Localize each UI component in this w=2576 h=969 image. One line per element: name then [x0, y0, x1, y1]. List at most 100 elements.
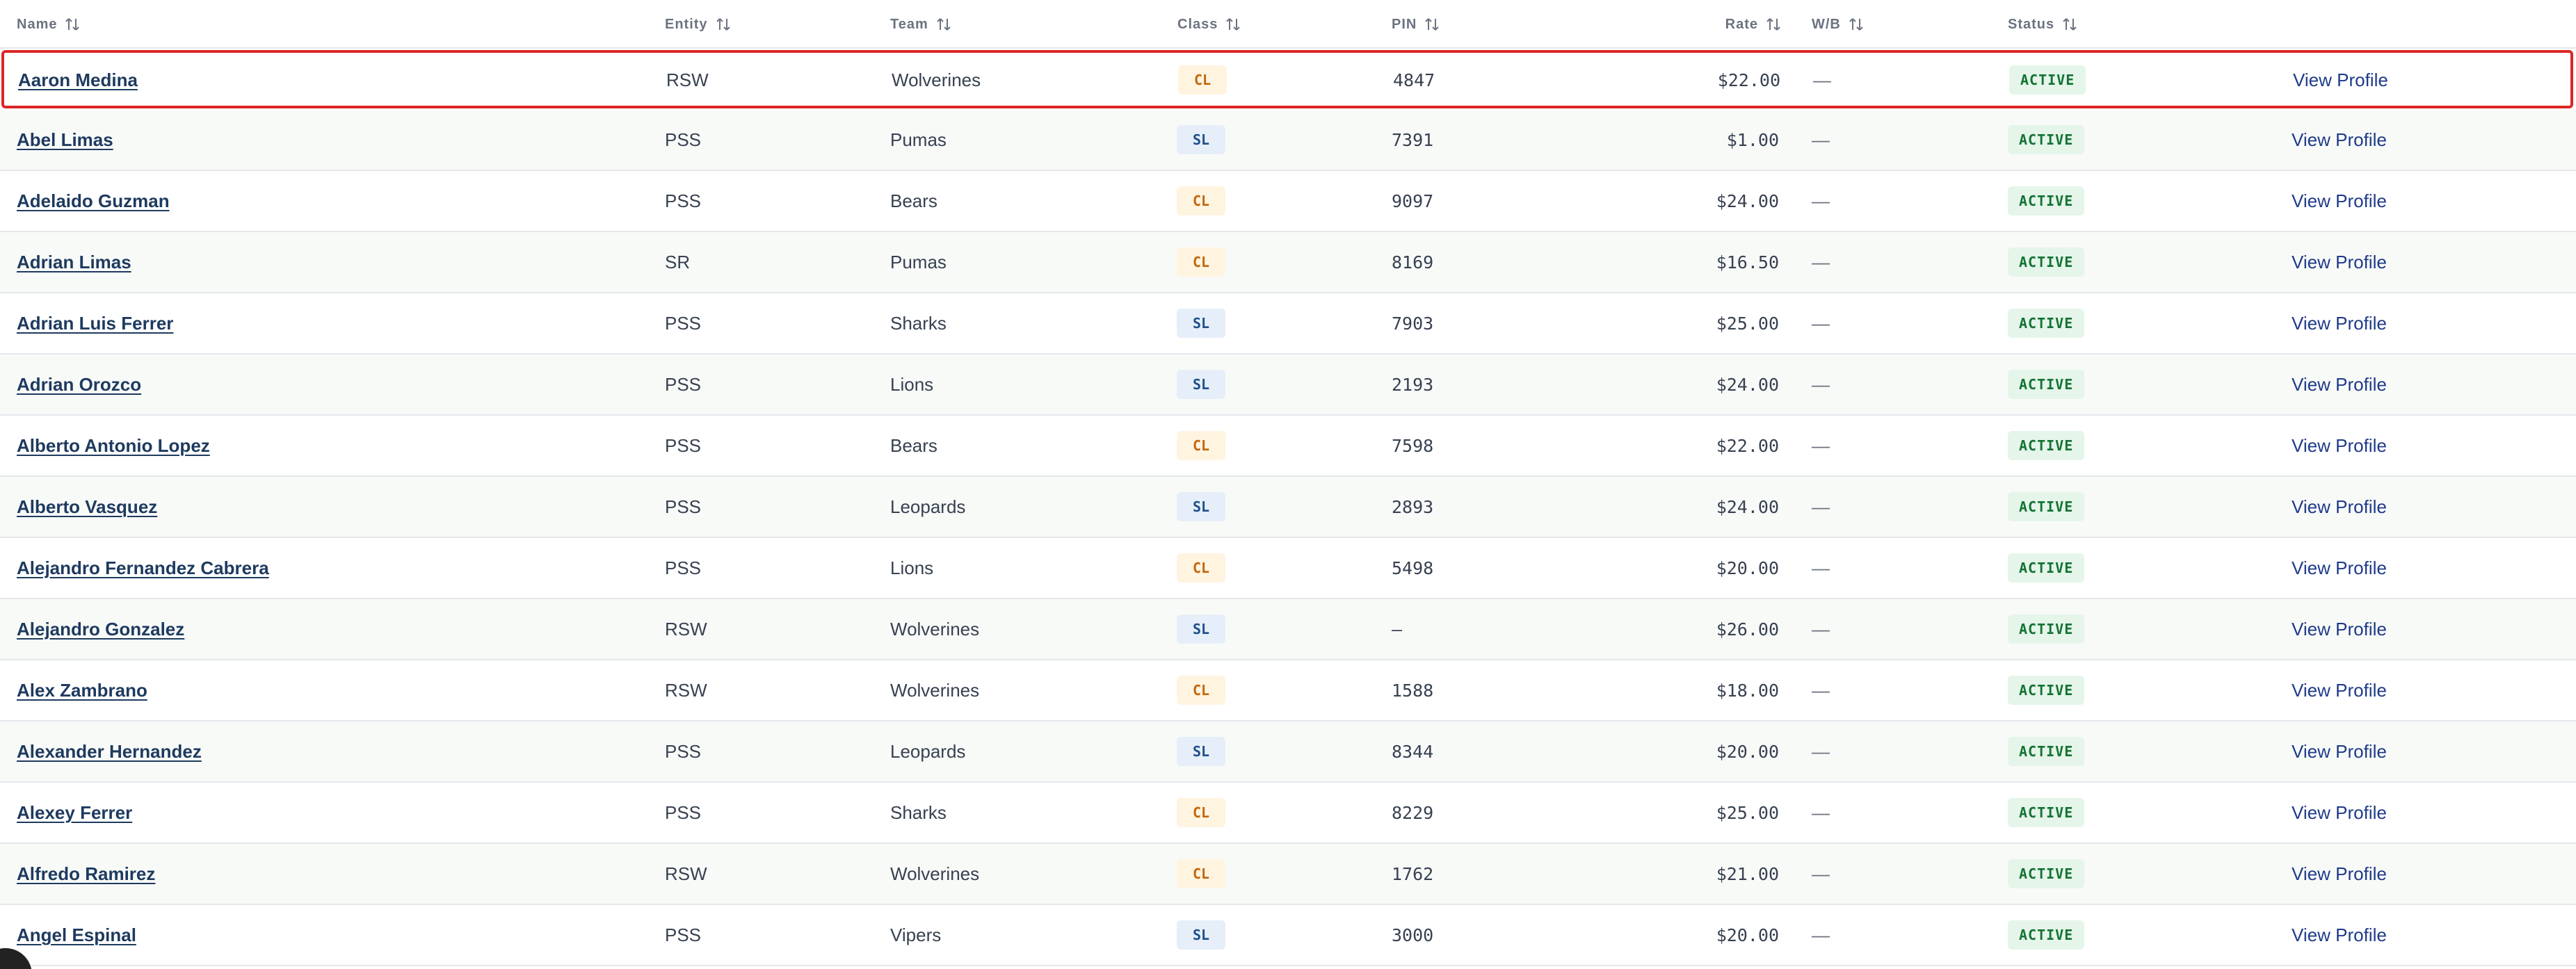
- employee-name-link[interactable]: Alejandro Gonzalez: [17, 619, 184, 640]
- pin-cell: 8229: [1392, 802, 1434, 823]
- employee-name-link[interactable]: Alejandro Fernandez Cabrera: [17, 557, 269, 579]
- entity-cell: RSW: [665, 863, 707, 884]
- column-header-entity[interactable]: Entity: [665, 0, 732, 49]
- table-row[interactable]: Alberto Vasquez PSS Leopards SL 2893 $24.00 — A…: [0, 477, 2576, 538]
- column-header-team[interactable]: Team: [890, 0, 952, 49]
- rate-cell: $26.00: [1716, 619, 1779, 640]
- rate-cell: $24.00: [1716, 190, 1779, 211]
- pin-cell: 8344: [1392, 741, 1434, 762]
- employee-name-link[interactable]: Adrian Limas: [17, 252, 131, 273]
- employee-name-link[interactable]: Abel Limas: [17, 129, 113, 151]
- team-cell: Pumas: [890, 251, 947, 272]
- employee-name-link[interactable]: Alexey Ferrer: [17, 802, 132, 824]
- wb-cell: —: [1812, 740, 1830, 762]
- pin-cell: 9097: [1392, 190, 1434, 211]
- view-profile-link[interactable]: View Profile: [2292, 680, 2387, 701]
- team-cell: Bears: [890, 434, 937, 456]
- team-cell: Wolverines: [892, 69, 981, 90]
- column-header-wb[interactable]: W/B: [1812, 0, 1865, 49]
- team-cell: Lions: [890, 557, 934, 578]
- status-badge: ACTIVE: [2008, 553, 2085, 583]
- employee-name-link[interactable]: Adelaido Guzman: [17, 190, 170, 212]
- team-cell: Leopards: [890, 740, 966, 762]
- view-profile-link[interactable]: View Profile: [2292, 619, 2387, 640]
- employee-name-link[interactable]: Adrian Orozco: [17, 374, 141, 396]
- status-badge: ACTIVE: [2009, 65, 2086, 95]
- column-label: Name: [17, 16, 58, 32]
- rate-cell: $25.00: [1716, 313, 1779, 334]
- pin-cell: 5498: [1392, 557, 1434, 578]
- team-cell: Wolverines: [890, 679, 980, 701]
- view-profile-link[interactable]: View Profile: [2292, 190, 2387, 212]
- view-profile-link[interactable]: View Profile: [2292, 802, 2387, 824]
- column-header-rate[interactable]: Rate: [1600, 0, 1782, 49]
- table-row[interactable]: Alexander Hernandez PSS Leopards SL 8344 $20.…: [0, 722, 2576, 783]
- table-row[interactable]: Adrian Orozco PSS Lions SL 2193 $24.00 — ACTIVE…: [0, 355, 2576, 416]
- entity-cell: PSS: [665, 190, 702, 211]
- table-row[interactable]: Aaron Medina RSW Wolverines CL 4847 $22.00 — AC…: [1, 50, 2573, 108]
- wb-cell: —: [1812, 434, 1830, 456]
- column-header-class[interactable]: Class: [1177, 0, 1241, 49]
- employee-name-link[interactable]: Angel Espinal: [17, 925, 136, 946]
- sort-icon: [1226, 18, 1241, 31]
- class-badge: SL: [1177, 125, 1225, 154]
- employee-name-link[interactable]: Alexander Hernandez: [17, 741, 202, 763]
- table-row[interactable]: Alejandro Fernandez Cabrera PSS Lions CL 549…: [0, 538, 2576, 599]
- table-row[interactable]: Adrian Luis Ferrer PSS Sharks SL 7903 $25.00 —…: [0, 293, 2576, 355]
- wb-cell: —: [1812, 924, 1830, 945]
- table-row[interactable]: Abel Limas PSS Pumas SL 7391 $1.00 — ACTIVE View…: [0, 110, 2576, 171]
- table-row[interactable]: Alejandro Gonzalez RSW Wolverines SL — $26.00…: [0, 599, 2576, 660]
- employee-name-link[interactable]: Aaron Medina: [18, 70, 138, 91]
- rate-cell: $25.00: [1716, 802, 1779, 823]
- table-row[interactable]: Alberto Antonio Lopez PSS Bears CL 7598 $22.0…: [0, 416, 2576, 477]
- class-badge: CL: [1177, 431, 1225, 460]
- pin-cell: 7903: [1392, 313, 1434, 334]
- table-row[interactable]: Alfredo Ramirez RSW Wolverines CL 1762 $21.00…: [0, 844, 2576, 905]
- employee-name-link[interactable]: Alberto Vasquez: [17, 496, 157, 518]
- table-row[interactable]: Adrian Limas SR Pumas CL 8169 $16.50 — ACTIVE Vi…: [0, 232, 2576, 293]
- view-profile-link[interactable]: View Profile: [2292, 313, 2387, 334]
- pin-cell: —: [1392, 619, 1403, 640]
- entity-cell: PSS: [665, 496, 702, 517]
- team-cell: Vipers: [890, 924, 942, 945]
- view-profile-link[interactable]: View Profile: [2293, 70, 2388, 91]
- view-profile-link[interactable]: View Profile: [2292, 557, 2387, 579]
- view-profile-link[interactable]: View Profile: [2292, 496, 2387, 518]
- employee-name-link[interactable]: Alberto Antonio Lopez: [17, 435, 210, 457]
- column-header-name[interactable]: Name: [17, 0, 81, 49]
- column-header-status[interactable]: Status: [2008, 0, 2078, 49]
- pin-cell: 7598: [1392, 435, 1434, 456]
- team-cell: Wolverines: [890, 618, 980, 640]
- view-profile-link[interactable]: View Profile: [2292, 374, 2387, 396]
- view-profile-link[interactable]: View Profile: [2292, 129, 2387, 151]
- wb-cell: —: [1812, 312, 1830, 334]
- employee-name-link[interactable]: Alfredo Ramirez: [17, 863, 155, 885]
- pin-cell: 4847: [1393, 70, 1435, 90]
- wb-cell: —: [1812, 557, 1830, 578]
- view-profile-link[interactable]: View Profile: [2292, 252, 2387, 273]
- column-label: Entity: [665, 16, 708, 32]
- status-badge: ACTIVE: [2008, 737, 2085, 766]
- table-row[interactable]: Alexey Ferrer PSS Sharks CL 8229 $25.00 — ACTIV…: [0, 783, 2576, 844]
- table-row[interactable]: Alex Zambrano RSW Wolverines CL 1588 $18.00 — A…: [0, 660, 2576, 722]
- class-badge: CL: [1177, 247, 1225, 277]
- table-row[interactable]: Angel Espinal PSS Vipers SL 3000 $20.00 — ACTIV…: [0, 905, 2576, 966]
- view-profile-link[interactable]: View Profile: [2292, 863, 2387, 885]
- sort-icon: [1849, 18, 1863, 31]
- status-badge: ACTIVE: [2008, 920, 2085, 950]
- status-badge: ACTIVE: [2008, 859, 2085, 888]
- team-cell: Leopards: [890, 496, 966, 517]
- view-profile-link[interactable]: View Profile: [2292, 435, 2387, 457]
- table-row[interactable]: Adelaido Guzman PSS Bears CL 9097 $24.00 — ACTI…: [0, 171, 2576, 232]
- team-cell: Lions: [890, 373, 934, 395]
- class-badge: CL: [1177, 186, 1225, 215]
- view-profile-link[interactable]: View Profile: [2292, 741, 2387, 763]
- status-badge: ACTIVE: [2008, 186, 2085, 215]
- column-header-pin[interactable]: PIN: [1392, 0, 1440, 49]
- rate-cell: $20.00: [1716, 557, 1779, 578]
- class-badge: SL: [1177, 614, 1225, 644]
- view-profile-link[interactable]: View Profile: [2292, 925, 2387, 946]
- wb-cell: —: [1812, 251, 1830, 272]
- employee-name-link[interactable]: Alex Zambrano: [17, 680, 147, 701]
- employee-name-link[interactable]: Adrian Luis Ferrer: [17, 313, 173, 334]
